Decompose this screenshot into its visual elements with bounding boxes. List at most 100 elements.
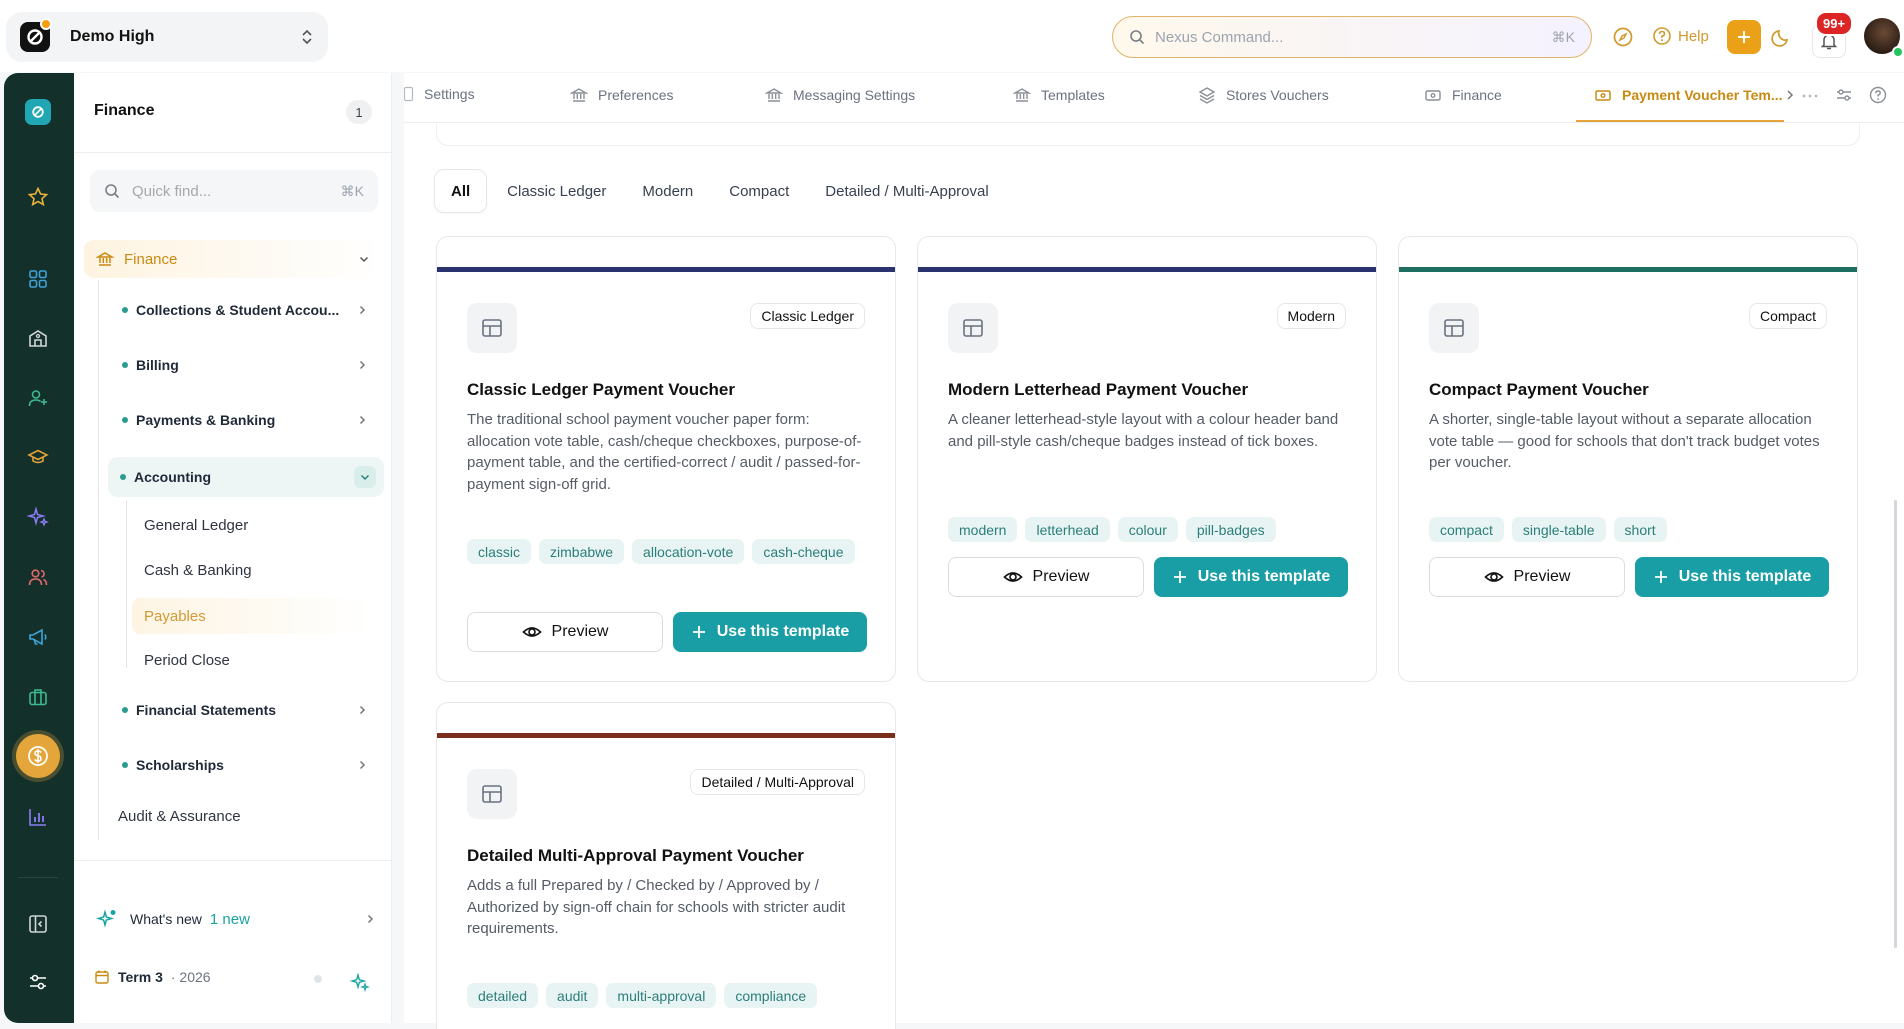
rail-sparkles-icon[interactable] — [18, 497, 58, 537]
filter-all[interactable]: All — [434, 169, 488, 213]
command-search[interactable]: Nexus Command... ⌘K — [1112, 16, 1592, 58]
tab-templates[interactable]: Templates — [1013, 86, 1105, 104]
template-description: Adds a full Prepared by / Checked by / A… — [467, 877, 846, 937]
ai-sparkle-icon[interactable] — [350, 972, 370, 992]
use-template-button[interactable]: Use this template — [1154, 557, 1348, 597]
tag: pill-badges — [1185, 517, 1276, 542]
rail-briefcase-icon[interactable] — [18, 677, 58, 717]
card-color-stripe — [918, 267, 1376, 272]
tag: compliance — [724, 983, 818, 1008]
header-card-edge — [436, 124, 1860, 146]
nav-item-payables[interactable]: Payables — [132, 598, 372, 634]
rail-users-icon[interactable] — [18, 557, 58, 597]
tab-settings-sliders-icon[interactable] — [1835, 86, 1853, 104]
template-category-badge: Classic Ledger — [750, 303, 865, 329]
nav-header-divider — [74, 152, 392, 153]
use-template-button[interactable]: Use this template — [1635, 557, 1829, 597]
search-icon — [1129, 29, 1145, 45]
nav-bullet — [122, 762, 128, 768]
term-indicator[interactable]: Term 3 · 2026 — [94, 969, 211, 985]
tag: classic — [467, 539, 532, 564]
nav-finance-root[interactable]: Finance — [84, 240, 382, 278]
use-template-label: Use this template — [1197, 568, 1331, 585]
rail-school-building-icon[interactable] — [18, 318, 58, 358]
layers-icon — [1198, 86, 1216, 104]
bank-icon — [570, 86, 588, 104]
banknote-icon — [1594, 86, 1612, 104]
nav-section-scholarships[interactable]: Scholarships — [110, 747, 380, 783]
filter-compact[interactable]: Compact — [713, 169, 805, 213]
filter-classic-ledger[interactable]: Classic Ledger — [491, 169, 622, 213]
template-category-badge: Detailed / Multi-Approval — [690, 769, 865, 795]
template-filter-tabs: All Classic Ledger Modern Compact Detail… — [434, 169, 1005, 213]
nav-section-billing[interactable]: Billing — [110, 347, 380, 383]
nav-section-financial-statements[interactable]: Financial Statements — [110, 692, 380, 728]
theme-toggle-moon-icon[interactable] — [1771, 26, 1793, 48]
bank-icon — [765, 86, 783, 104]
workspace-name: Demo High — [70, 28, 155, 45]
nav-section-accounting[interactable]: Accounting — [108, 457, 384, 497]
rail-dashboard-grid-icon[interactable] — [18, 259, 58, 299]
compass-icon[interactable] — [1612, 26, 1634, 48]
use-template-button[interactable]: Use this template — [673, 612, 867, 652]
tag: modern — [948, 517, 1018, 542]
preview-button[interactable]: Preview — [1429, 557, 1625, 597]
whats-new-link[interactable]: What's new 1 new — [96, 908, 376, 930]
search-icon — [104, 183, 120, 199]
rail-favorites-star-icon[interactable] — [18, 177, 58, 217]
tab-preferences[interactable]: Preferences — [570, 86, 673, 104]
tab-stores-vouchers[interactable]: Stores Vouchers — [1198, 86, 1329, 104]
tab-scroll-right-icon[interactable] — [1785, 89, 1795, 101]
nav-section-label: Scholarships — [136, 757, 224, 773]
more-dots-icon[interactable] — [1802, 94, 1818, 98]
tab-payment-voucher-templates[interactable]: Payment Voucher Tem... — [1594, 86, 1783, 104]
tab-finance[interactable]: Finance — [1424, 86, 1502, 104]
chevron-right-icon — [356, 304, 368, 316]
term-year: · 2026 — [170, 969, 211, 985]
tab-messaging-settings[interactable]: Messaging Settings — [765, 86, 915, 104]
quick-find-placeholder: Quick find... — [132, 182, 212, 200]
quick-find-shortcut: ⌘K — [340, 182, 364, 199]
nav-section-label: Accounting — [134, 469, 211, 485]
rail-graduation-cap-icon[interactable] — [18, 437, 58, 477]
nav-item-audit-assurance[interactable]: Audit & Assurance — [118, 808, 241, 825]
sparkle-icon — [96, 908, 118, 930]
quick-find-input[interactable]: Quick find... ⌘K — [90, 170, 378, 212]
tab-label: Templates — [1041, 87, 1105, 103]
template-title: Modern Letterhead Payment Voucher — [948, 380, 1249, 399]
filter-modern[interactable]: Modern — [626, 169, 709, 213]
create-button[interactable] — [1727, 20, 1761, 54]
template-description: A cleaner letterhead-style layout with a… — [948, 411, 1339, 450]
calendar-icon — [94, 969, 110, 985]
tab-settings[interactable]: Settings — [404, 86, 475, 102]
nav-section-label: Payments & Banking — [136, 412, 276, 428]
banknote-icon — [1424, 86, 1442, 104]
preview-button[interactable]: Preview — [948, 557, 1144, 597]
nav-item-general-ledger[interactable]: General Ledger — [144, 517, 248, 534]
nav-section-payments-banking[interactable]: Payments & Banking — [110, 402, 380, 438]
nav-item-cash-banking[interactable]: Cash & Banking — [144, 562, 252, 579]
nav-item-period-close[interactable]: Period Close — [144, 652, 230, 669]
rail-finance-dollar-icon[interactable] — [16, 734, 60, 778]
rail-add-user-icon[interactable] — [18, 378, 58, 418]
active-tab-underline — [1576, 120, 1784, 122]
template-category-badge: Modern — [1276, 303, 1346, 329]
main-scrollbar[interactable] — [1894, 500, 1897, 948]
tag: compact — [1429, 517, 1504, 542]
workspace-logo-icon — [20, 18, 52, 52]
nav-bullet — [120, 474, 126, 480]
rail-home-button[interactable] — [18, 92, 58, 132]
filter-detailed-multi-approval[interactable]: Detailed / Multi-Approval — [809, 169, 1004, 213]
preview-button[interactable]: Preview — [467, 612, 663, 652]
rail-megaphone-icon[interactable] — [18, 617, 58, 657]
nav-section-collections[interactable]: Collections & Student Accou... — [110, 292, 380, 328]
rail-settings-sliders-icon[interactable] — [18, 962, 58, 1002]
card-color-stripe — [1399, 267, 1857, 272]
help-button[interactable]: Help — [1652, 26, 1709, 46]
workspace-switcher[interactable]: Demo High — [6, 12, 328, 62]
tab-label: Payment Voucher Tem... — [1622, 87, 1783, 103]
tag: audit — [546, 983, 599, 1008]
tab-help-icon[interactable] — [1869, 86, 1887, 104]
rail-collapse-sidebar-icon[interactable] — [18, 904, 58, 944]
rail-bar-chart-icon[interactable] — [18, 797, 58, 837]
